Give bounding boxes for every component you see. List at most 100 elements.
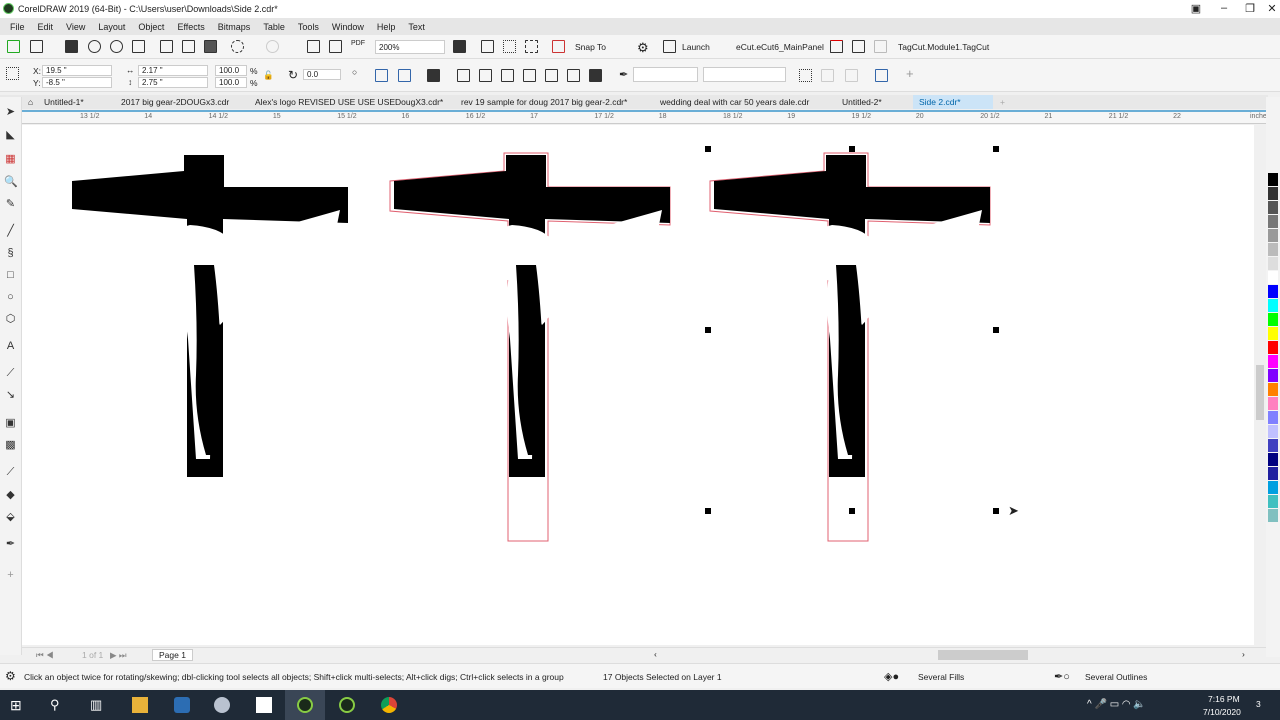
color-swatch[interactable] <box>1268 173 1278 186</box>
break-apart-icon[interactable] <box>821 69 834 82</box>
restore-button[interactable]: ❐ <box>1240 2 1260 15</box>
selection-handle-tl[interactable] <box>705 146 711 152</box>
next-page-button[interactable]: ▶ ⏭ <box>110 650 127 661</box>
color-swatch[interactable] <box>1268 453 1278 466</box>
task-view-icon[interactable]: ▥ <box>90 697 106 713</box>
app-icon-paint[interactable] <box>214 697 230 713</box>
copy-icon[interactable] <box>182 40 195 53</box>
color-swatch[interactable] <box>1268 439 1278 452</box>
cloud-import-icon[interactable] <box>88 40 101 53</box>
smart-fill-icon[interactable]: ⬙ <box>4 511 17 524</box>
color-swatch[interactable] <box>1268 201 1278 214</box>
freehand-tool-icon[interactable]: ✎ <box>4 198 17 211</box>
tab-untitled-2[interactable]: Untitled-2* <box>836 95 888 109</box>
show-rulers-icon[interactable] <box>481 40 494 53</box>
home-icon[interactable]: ⌂ <box>22 95 39 109</box>
rotation-field[interactable]: 0.0 <box>303 69 341 80</box>
horizontal-ruler[interactable]: 13 1/2 14 14 1/2 15 15 1/2 16 16 1/2 17 17 1/2 18… <box>22 110 1270 124</box>
color-swatch[interactable] <box>1268 271 1278 284</box>
open-icon[interactable] <box>30 40 43 53</box>
color-swatch[interactable] <box>1268 341 1278 354</box>
options-gear-icon[interactable]: ⚙ <box>637 40 649 56</box>
menu-window[interactable]: Window <box>332 22 364 32</box>
file-explorer-icon[interactable] <box>132 697 148 713</box>
eyedropper-icon[interactable]: ⟋ <box>4 466 17 479</box>
color-swatch[interactable] <box>1268 285 1278 298</box>
show-guidelines-icon[interactable] <box>525 40 538 53</box>
system-tray-icons[interactable]: ^ 🎤 ▭ ◠ 🔈 <box>1087 699 1146 710</box>
fill-icon[interactable]: ◈● <box>884 670 899 683</box>
status-gear-icon[interactable]: ⚙ <box>5 669 16 683</box>
vertical-scrollbar[interactable] <box>1254 125 1266 645</box>
zoom-level-combo[interactable]: 200% <box>375 40 445 54</box>
polygon-tool-icon[interactable]: ⬡ <box>4 313 17 326</box>
cloud-export-icon[interactable] <box>110 40 123 53</box>
color-swatch[interactable] <box>1268 299 1278 312</box>
pick-tool-icon[interactable]: ➤ <box>4 106 17 119</box>
color-swatch[interactable] <box>1268 411 1278 424</box>
tab-side-2[interactable]: Side 2.cdr* <box>913 95 993 109</box>
trim-icon[interactable] <box>479 69 492 82</box>
menu-table[interactable]: Table <box>263 22 285 32</box>
redo-icon[interactable] <box>266 40 279 53</box>
tab-alex-logo[interactable]: Alex's logo REVISED USE USE USEDougX3.cd… <box>249 95 449 109</box>
coreldraw-taskbar-icon-2[interactable] <box>339 697 355 713</box>
simplify-icon[interactable] <box>523 69 536 82</box>
color-swatch[interactable] <box>1268 243 1278 256</box>
line-style-combo[interactable] <box>703 67 786 82</box>
color-swatch[interactable] <box>1268 355 1278 368</box>
mirror-horizontal-icon[interactable] <box>375 69 388 82</box>
artistic-media-icon[interactable]: § <box>4 247 17 260</box>
clock-time[interactable]: 7:16 PM <box>1208 694 1240 704</box>
menu-tools[interactable]: Tools <box>298 22 319 32</box>
add-tool-icon[interactable]: + <box>4 569 17 582</box>
tab-wedding[interactable]: wedding deal with car 50 years dale.cdr <box>654 95 815 109</box>
ellipse-tool-icon[interactable]: ○ <box>4 291 17 304</box>
menu-effects[interactable]: Effects <box>177 22 204 32</box>
selection-handle-tc[interactable] <box>849 146 855 152</box>
color-swatch[interactable] <box>1268 509 1278 522</box>
coreldraw-taskbar-icon[interactable] <box>297 697 313 713</box>
tab-rev-19[interactable]: rev 19 sample for doug 2017 big gear-2.c… <box>455 95 633 109</box>
width-field[interactable]: 2.17 " <box>138 65 208 76</box>
drawing-canvas[interactable]: ➤ <box>22 125 1254 645</box>
interactive-fill-icon[interactable]: ◆ <box>4 489 17 502</box>
tab-big-gear[interactable]: 2017 big gear-2DOUGx3.cdr <box>115 95 235 109</box>
windows-start-icon[interactable]: ⊞ <box>10 697 26 713</box>
menu-layout[interactable]: Layout <box>98 22 125 32</box>
snap-icon[interactable] <box>552 40 565 53</box>
macro-ecut-button[interactable]: eCut.eCut6_MainPanel <box>736 42 824 52</box>
selection-handle-tr[interactable] <box>993 146 999 152</box>
page-tab-1[interactable]: Page 1 <box>152 649 193 661</box>
minimize-button[interactable]: – <box>1214 2 1234 14</box>
reference-point-icon[interactable] <box>6 67 19 80</box>
chrome-icon[interactable] <box>381 697 397 713</box>
crucifix-original[interactable] <box>72 155 348 477</box>
selection-handle-bc[interactable] <box>849 508 855 514</box>
color-swatch[interactable] <box>1268 229 1278 242</box>
group-icon[interactable] <box>427 69 440 82</box>
tab-untitled-1[interactable]: Untitled-1* <box>38 95 90 109</box>
save-icon[interactable] <box>65 40 78 53</box>
publish-pdf-icon[interactable]: PDF <box>351 40 365 53</box>
dimension-tool-icon[interactable]: ⟋ <box>4 367 17 380</box>
launch-icon[interactable] <box>663 40 676 53</box>
boundary-icon[interactable] <box>589 69 602 82</box>
color-swatch[interactable] <box>1268 397 1278 410</box>
menu-view[interactable]: View <box>66 22 85 32</box>
scale-x-field[interactable]: 100.0 <box>215 65 247 76</box>
menu-file[interactable]: File <box>10 22 25 32</box>
back-minus-front-icon[interactable] <box>567 69 580 82</box>
snap-to-dropdown[interactable]: Snap To <box>575 42 606 52</box>
account-icon[interactable]: ▣ <box>1186 2 1206 15</box>
menu-object[interactable]: Object <box>138 22 164 32</box>
connector-tool-icon[interactable]: ↘ <box>4 389 17 402</box>
menu-help[interactable]: Help <box>377 22 396 32</box>
color-swatch[interactable] <box>1268 481 1278 494</box>
color-swatch[interactable] <box>1268 215 1278 228</box>
selection-handle-ml[interactable] <box>705 327 711 333</box>
color-swatch[interactable] <box>1268 327 1278 340</box>
outline-icon[interactable]: ✒○ <box>1054 670 1070 683</box>
outline-pen-tool-icon[interactable]: ✒ <box>4 538 17 551</box>
color-swatch[interactable] <box>1268 369 1278 382</box>
